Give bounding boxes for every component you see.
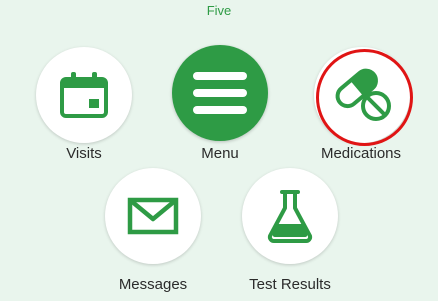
medications-highlight-circle: [316, 49, 413, 146]
menu-label: Menu: [201, 145, 239, 162]
partial-label: Five: [206, 3, 232, 18]
envelope-icon: [127, 197, 179, 235]
messages-button[interactable]: [105, 168, 201, 264]
visits-button[interactable]: [36, 47, 132, 143]
hamburger-menu-icon: [193, 72, 247, 114]
test-results-button[interactable]: [242, 168, 338, 264]
visits-label: Visits: [66, 145, 102, 162]
test-results-label: Test Results: [249, 276, 331, 293]
messages-label: Messages: [118, 276, 188, 293]
calendar-icon: [60, 72, 108, 118]
menu-button[interactable]: [172, 45, 268, 141]
medications-label: Medications: [320, 145, 402, 162]
flask-icon: [267, 190, 313, 243]
